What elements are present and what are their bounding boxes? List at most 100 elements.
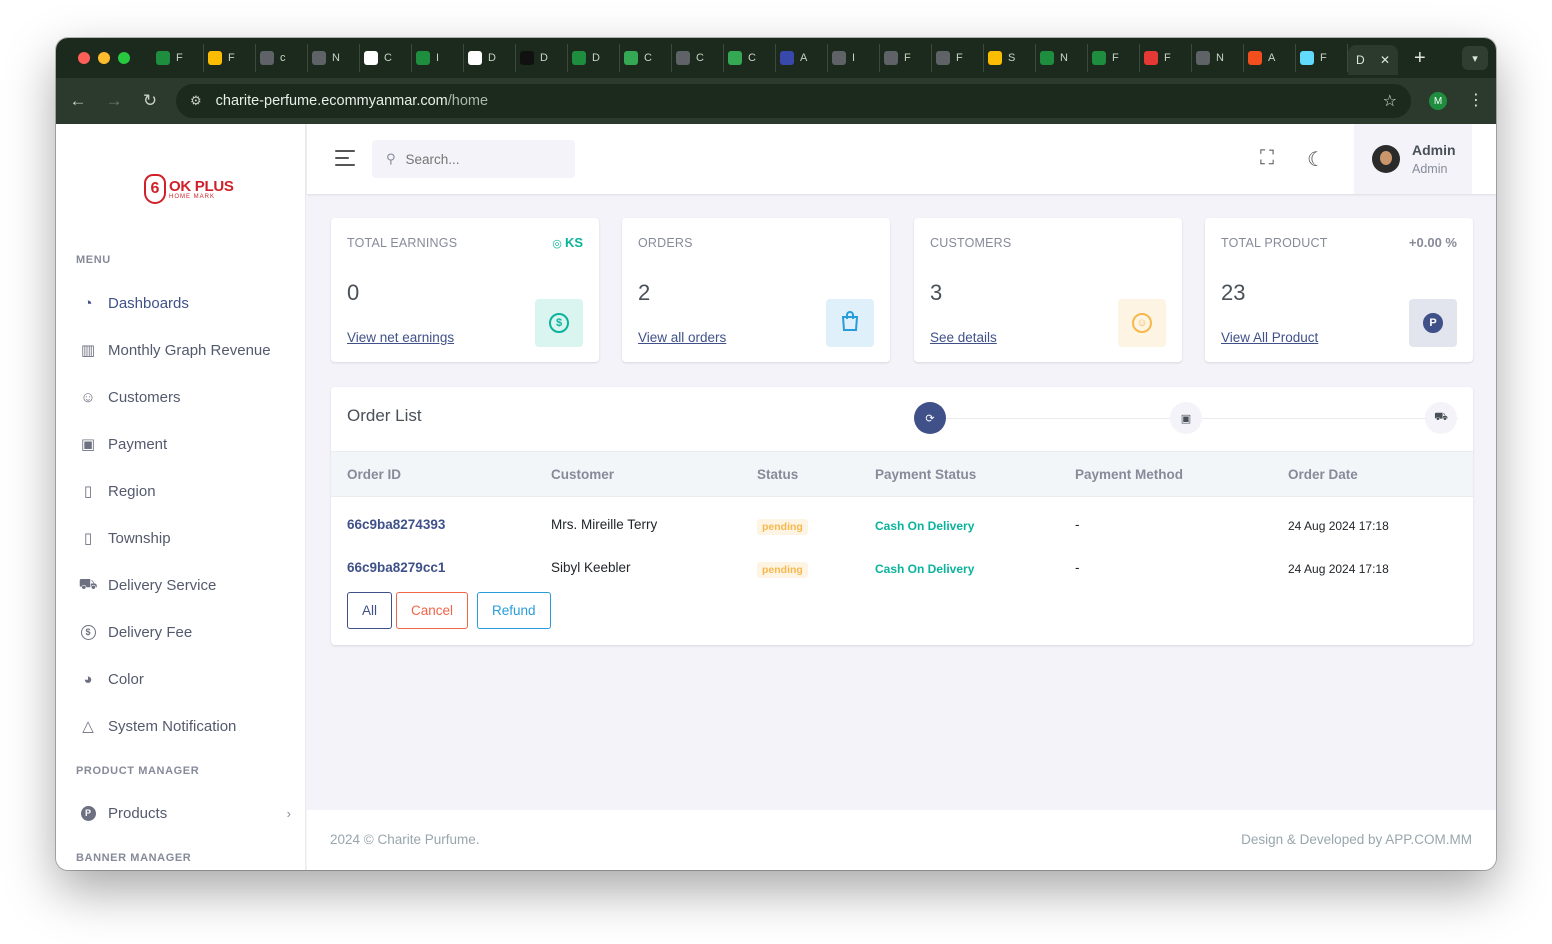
fullscreen-icon[interactable]: ⛶ <box>1260 147 1274 170</box>
tab-close-icon[interactable]: ✕ <box>1380 53 1390 67</box>
order-date: 24 Aug 2024 17:18 <box>1288 562 1389 576</box>
browser-tab[interactable]: F <box>932 44 984 72</box>
browser-tab[interactable]: A <box>776 44 828 72</box>
tab-title: C <box>644 52 652 64</box>
hamburger-menu-icon[interactable] <box>335 150 355 171</box>
profile-avatar[interactable]: M <box>1429 92 1447 110</box>
tab-title: F <box>176 52 183 64</box>
sidebar-item-products[interactable]: P Products › <box>76 798 291 828</box>
card-link[interactable]: View net earnings <box>347 330 454 345</box>
minimize-window-button[interactable] <box>98 52 110 64</box>
table-row[interactable]: 66c9ba8279cc1 Sibyl Keebler pending Cash On… <box>331 547 1473 590</box>
browser-tab[interactable]: F <box>880 44 932 72</box>
step-packed-icon[interactable]: ▣ <box>1170 402 1202 434</box>
dark-mode-moon-icon[interactable]: ☾ <box>1307 147 1325 172</box>
order-list-title: Order List <box>347 406 422 425</box>
browser-tab[interactable]: F <box>152 44 204 72</box>
browser-tab[interactable]: F <box>204 44 256 72</box>
tab-favicon-icon <box>468 51 482 65</box>
sidebar-item-customers[interactable]: ☺ Customers <box>76 382 291 412</box>
user-circle-icon: ☺ <box>1132 313 1152 333</box>
browser-tab[interactable]: C <box>620 44 672 72</box>
tab-favicon-icon <box>1092 51 1106 65</box>
browser-tab[interactable]: C <box>724 44 776 72</box>
browser-tab[interactable]: D <box>464 44 516 72</box>
column-header[interactable]: Payment Method <box>1075 467 1183 482</box>
table-row[interactable]: 66c9ba8274393 Mrs. Mireille Terry pending C… <box>331 504 1473 547</box>
browser-tab[interactable]: D <box>516 44 568 72</box>
browser-tab[interactable]: D <box>568 44 620 72</box>
sidebar-item-delivery-fee[interactable]: $ Delivery Fee <box>76 617 291 647</box>
banner-manager-title: BANNER MANAGER <box>76 852 192 864</box>
sidebar-item-township[interactable]: ▯ Township <box>76 523 291 553</box>
filter-cancel-button[interactable]: Cancel <box>396 592 469 629</box>
sidebar-item-region[interactable]: ▯ Region <box>76 476 291 506</box>
browser-tab[interactable]: C <box>360 44 412 72</box>
logo[interactable]: 6 OK PLUS HOME MARK <box>144 174 234 204</box>
card-link[interactable]: See details <box>930 330 997 345</box>
url-text: charite-perfume.ecommyanmar.com/home <box>216 93 488 109</box>
coin-icon: ◎ <box>552 238 565 250</box>
stat-card-total-earnings: TOTAL EARNINGS ◎ KS 0 View net earnings $ <box>331 218 599 362</box>
browser-tab[interactable]: c <box>256 44 308 72</box>
user-dropdown[interactable]: Admin Admin <box>1354 124 1472 194</box>
browser-tab[interactable]: C <box>672 44 724 72</box>
topbar: ⚲ ⛶ ☾ Admin Admin <box>307 124 1496 194</box>
browser-menu-icon[interactable]: ⋮ <box>1468 90 1484 110</box>
tab-title: I <box>852 52 856 64</box>
browser-tab[interactable]: S <box>984 44 1036 72</box>
step-delivery-icon[interactable]: ⛟ <box>1425 402 1457 434</box>
customer-name: Mrs. Mireille Terry <box>551 517 658 532</box>
column-header[interactable]: Customer <box>551 467 614 482</box>
sidebar-item-delivery-service[interactable]: ⛟ Delivery Service <box>76 570 291 600</box>
map-icon: ▯ <box>83 483 93 500</box>
filter-refund-button[interactable]: Refund <box>477 592 551 629</box>
card-link[interactable]: View all orders <box>638 330 726 345</box>
sidebar-item-monthly-graph-revenue[interactable]: ▥ Monthly Graph Revenue <box>76 335 291 365</box>
active-browser-tab[interactable]: D ✕ <box>1348 45 1398 75</box>
tab-search-button[interactable]: ▾ <box>1462 46 1488 70</box>
site-settings-icon[interactable]: ⚙ <box>190 93 202 109</box>
column-header[interactable]: Order ID <box>347 467 401 482</box>
browser-tab[interactable]: I <box>828 44 880 72</box>
back-button[interactable]: ← <box>60 91 96 111</box>
step-processing-icon[interactable]: ⟳ <box>914 402 946 434</box>
card-link[interactable]: View All Product <box>1221 330 1318 345</box>
browser-tab[interactable]: N <box>308 44 360 72</box>
bookmark-star-icon[interactable]: ☆ <box>1383 91 1397 111</box>
address-bar[interactable]: ⚙ charite-perfume.ecommyanmar.com/home ☆ <box>176 84 1411 118</box>
filter-all-button[interactable]: All <box>347 592 393 629</box>
new-tab-button[interactable]: + <box>1414 47 1426 70</box>
browser-tab[interactable]: A <box>1244 44 1296 72</box>
browser-tab[interactable]: N <box>1192 44 1244 72</box>
browser-tab[interactable]: I <box>412 44 464 72</box>
column-header[interactable]: Order Date <box>1288 467 1358 482</box>
search-input[interactable] <box>405 151 556 167</box>
sidebar-item-label: Township <box>108 529 171 547</box>
browser-window: F Fc N C I D D D C C C A I F F S N F F N A F D ✕ + ▾ ← → ↻ ⚙ cha… <box>56 38 1496 870</box>
sidebar-item-label: Dashboards <box>108 294 189 312</box>
map-icon: ▯ <box>83 530 93 547</box>
tab-title: F <box>956 52 963 64</box>
card-value: 3 <box>930 280 943 305</box>
order-id-link[interactable]: 66c9ba8274393 <box>347 517 445 532</box>
reload-button[interactable]: ↻ <box>132 91 168 111</box>
maximize-window-button[interactable] <box>118 52 130 64</box>
sidebar-item-payment[interactable]: ▣ Payment <box>76 429 291 459</box>
close-window-button[interactable] <box>78 52 90 64</box>
order-id-link[interactable]: 66c9ba8279cc1 <box>347 560 445 575</box>
browser-tab[interactable]: N <box>1036 44 1088 72</box>
tab-title: F <box>1164 52 1171 64</box>
sidebar-item-color[interactable]: ◕ Color <box>76 664 291 694</box>
sidebar-item-dashboards[interactable]: ◔ Dashboards <box>76 288 291 318</box>
browser-tab[interactable]: F <box>1140 44 1192 72</box>
browser-tab[interactable]: F <box>1296 44 1348 72</box>
column-header[interactable]: Status <box>757 467 798 482</box>
card-value: 23 <box>1221 280 1246 305</box>
browser-tab[interactable]: F <box>1088 44 1140 72</box>
payment-status: Cash On Delivery <box>875 519 975 533</box>
sidebar-item-system-notification[interactable]: △ System Notification <box>76 711 291 741</box>
payment-icon: ▣ <box>80 436 96 453</box>
forward-button[interactable]: → <box>96 91 132 111</box>
column-header[interactable]: Payment Status <box>875 467 976 482</box>
